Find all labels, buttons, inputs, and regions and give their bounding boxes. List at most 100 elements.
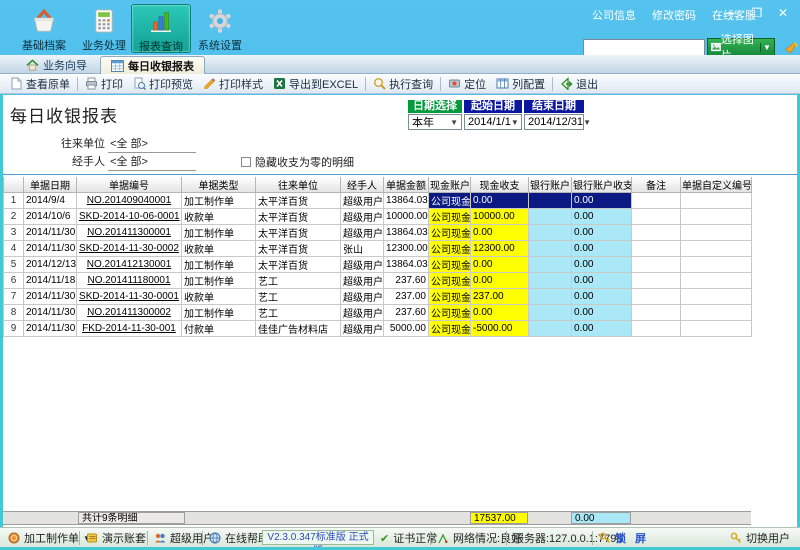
status-separator (430, 531, 431, 545)
table-cell: 0.00 (572, 209, 632, 225)
table-cell (681, 289, 752, 305)
document-link[interactable]: NO.201411180001 (77, 273, 182, 289)
status-account-set[interactable]: 演示账套 (86, 528, 146, 548)
col-header-custom-no[interactable]: 单据自定义编号 (681, 177, 752, 193)
table-cell (681, 321, 752, 337)
col-header-doc-type[interactable]: 单据类型 (182, 177, 256, 193)
nav-basic-files[interactable]: 基础档案 (14, 4, 74, 53)
col-header-doc-no[interactable]: 单据编号 (77, 177, 182, 193)
print-preview-button[interactable]: 打印预览 (128, 75, 198, 93)
col-header-partner[interactable]: 往来单位 (256, 177, 341, 193)
col-header-bank-flow[interactable]: 银行账户收支 (572, 177, 632, 193)
document-link[interactable]: NO.201412130001 (77, 257, 182, 273)
table-row[interactable]: 42014/11/30SKD-2014-11-30-0002收款单太平洋百货张山… (4, 241, 752, 257)
image-path-input[interactable] (583, 39, 705, 56)
end-date-value: 2014/12/31 (528, 116, 583, 128)
handler-filter-value[interactable]: <全 部> (108, 153, 196, 171)
change-password-link[interactable]: 修改密码 (652, 7, 696, 23)
table-row[interactable]: 52014/12/13NO.201412130001加工制作单太平洋百货超级用户… (4, 257, 752, 273)
nav-report-query[interactable]: 报表查询 (131, 4, 191, 53)
maximize-icon[interactable]: ❒ (750, 6, 764, 20)
document-link[interactable]: SKD-2014-11-30-0001 (77, 289, 182, 305)
table-cell: 公司现金 (429, 193, 471, 209)
table-row[interactable]: 92014/11/30FKD-2014-11-30-001付款单佳佳广告材料店超… (4, 321, 752, 337)
col-header[interactable] (4, 177, 24, 193)
basket-icon (30, 7, 58, 35)
view-original-doc-button[interactable]: 查看原单 (5, 75, 75, 93)
table-row[interactable]: 62014/11/18NO.201411180001加工制作单艺工超级用户237… (4, 273, 752, 289)
document-link[interactable]: NO.201411300001 (77, 225, 182, 241)
col-header-amount[interactable]: 单据金额 (384, 177, 429, 193)
table-row[interactable]: 82014/11/30NO.201411300002加工制作单艺工超级用户237… (4, 305, 752, 321)
document-link[interactable]: SKD-2014-10-06-0001 (77, 209, 182, 225)
chevron-down-icon: ▼ (760, 43, 771, 52)
nav-system-settings[interactable]: 系统设置 (190, 4, 250, 53)
table-cell: 公司现金 (429, 241, 471, 257)
report-toolbar: 查看原单 打印 打印预览 打印样式 (0, 74, 800, 94)
col-header-cash-account[interactable]: 现金账户 (429, 177, 471, 193)
status-separator (202, 531, 203, 545)
table-cell: 艺工 (256, 273, 341, 289)
company-info-link[interactable]: 公司信息 (592, 7, 636, 23)
table-cell: 13864.03 (384, 225, 429, 241)
col-header-bank-account[interactable]: 银行账户 (529, 177, 572, 193)
table-cell: 超级用户 (341, 193, 384, 209)
document-link[interactable]: NO.201409040001 (77, 193, 182, 209)
chevron-down-icon: ▼ (583, 118, 591, 127)
date-mode-select[interactable]: 本年 ▼ (408, 114, 462, 130)
table-row[interactable]: 12014/9/4NO.201409040001加工制作单太平洋百货超级用户13… (4, 193, 752, 209)
table-cell: 太平洋百货 (256, 225, 341, 241)
table-cell (681, 257, 752, 273)
table-cell: 收款单 (182, 289, 256, 305)
table-cell: 公司现金 (429, 257, 471, 273)
end-date-select[interactable]: 2014/12/31 ▼ (524, 114, 584, 130)
print-button[interactable]: 打印 (80, 75, 128, 93)
export-excel-button[interactable]: 导出到EXCEL (268, 75, 363, 93)
horn-icon[interactable] (783, 37, 800, 57)
table-cell: 公司现金 (429, 209, 471, 225)
table-cell: 13864.03 (384, 193, 429, 209)
tab-business-wizard[interactable]: 业务向导 (16, 56, 97, 74)
table-row[interactable]: 72014/11/30SKD-2014-11-30-0001收款单艺工超级用户2… (4, 289, 752, 305)
run-query-button[interactable]: 执行查询 (368, 75, 438, 93)
exit-button[interactable]: 退出 (555, 75, 603, 93)
table-cell: 10000.00 (471, 209, 529, 225)
status-online-help[interactable]: 在线帮助 (209, 528, 269, 548)
image-picker-row: 选择图片 ▼ (583, 37, 800, 57)
table-cell: 公司现金 (429, 305, 471, 321)
print-preview-icon (133, 77, 146, 90)
table-cell (681, 193, 752, 209)
table-row[interactable]: 32014/11/30NO.201411300001加工制作单太平洋百货超级用户… (4, 225, 752, 241)
print-style-button[interactable]: 打印样式 (198, 75, 268, 93)
col-header-date[interactable]: 单据日期 (24, 177, 77, 193)
document-link[interactable]: SKD-2014-11-30-0002 (77, 241, 182, 257)
minimize-icon[interactable]: ─ (724, 6, 738, 20)
col-header-handler[interactable]: 经手人 (341, 177, 384, 193)
column-config-button[interactable]: 列配置 (491, 75, 550, 93)
status-switch-user[interactable]: 切换用户 (730, 528, 790, 548)
tab-daily-cash-report[interactable]: 每日收银报表 (100, 56, 205, 74)
start-date-select[interactable]: 2014/1/1 ▼ (464, 114, 522, 130)
nav-business-process[interactable]: 业务处理 (74, 4, 134, 53)
status-separator (147, 531, 148, 545)
select-image-button[interactable]: 选择图片 ▼ (707, 38, 775, 57)
button-label: 定位 (464, 76, 486, 92)
ledger-icon (86, 532, 98, 544)
close-icon[interactable]: ✕ (776, 6, 790, 20)
locate-button[interactable]: 定位 (443, 75, 491, 93)
partner-filter-value[interactable]: <全 部> (108, 135, 196, 153)
document-link[interactable]: NO.201411300002 (77, 305, 182, 321)
summary-count: 共计9条明细 (78, 512, 185, 524)
table-row[interactable]: 22014/10/6SKD-2014-10-06-0001收款单太平洋百货超级用… (4, 209, 752, 225)
document-link[interactable]: FKD-2014-11-30-001 (77, 321, 182, 337)
table-cell: 加工制作单 (182, 193, 256, 209)
status-user[interactable]: 超级用户 (154, 528, 214, 548)
hide-zero-checkbox[interactable] (241, 157, 251, 167)
col-header-cash-flow[interactable]: 现金收支 (471, 177, 529, 193)
col-header-remark[interactable]: 备注 (632, 177, 681, 193)
document-icon (10, 77, 23, 90)
table-cell (529, 273, 572, 289)
start-date-value: 2014/1/1 (468, 116, 511, 128)
status-lock-screen[interactable]: 锁 屏 (599, 528, 649, 548)
calculator-icon (90, 7, 118, 35)
